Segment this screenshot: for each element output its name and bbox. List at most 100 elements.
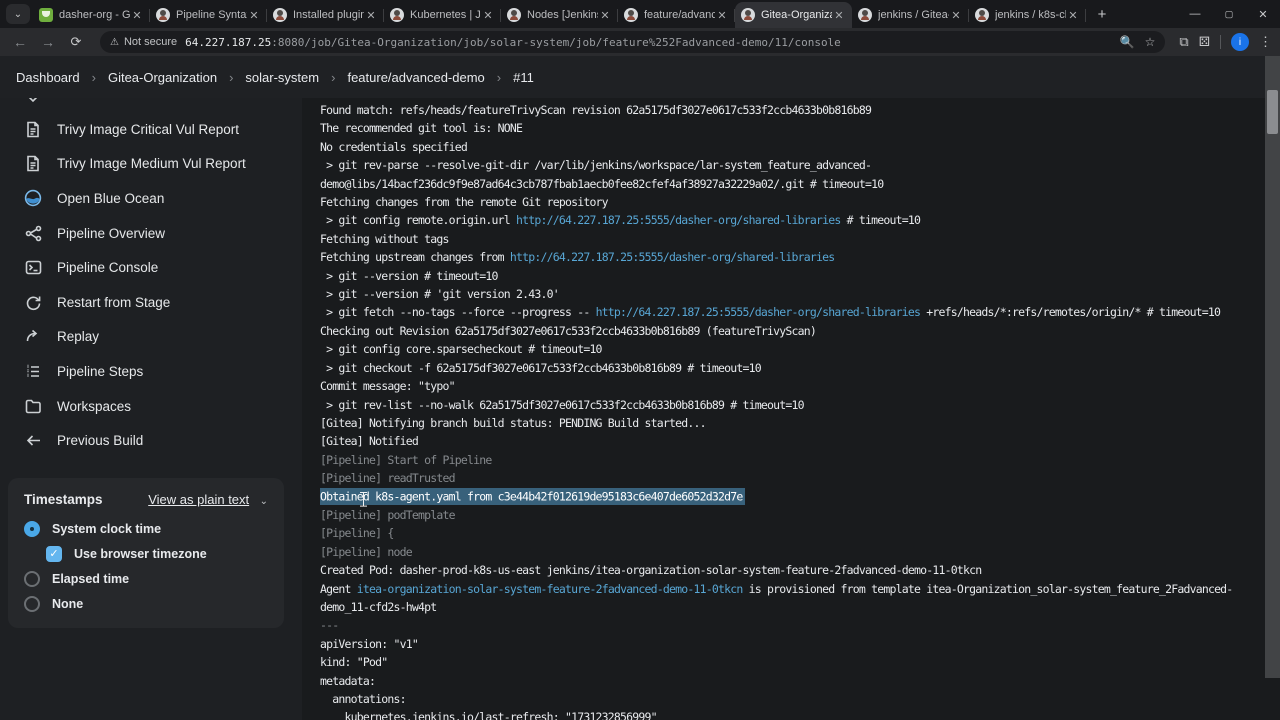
bookmark-star-icon[interactable]: ☆ xyxy=(1145,35,1156,49)
tab-title: Kubernetes | Jenkins xyxy=(410,9,481,21)
page-scrollbar[interactable] xyxy=(1265,56,1280,678)
browser-tab[interactable]: feature/advanced-de✕ xyxy=(618,2,735,28)
console-line: [Pipeline] readTrusted xyxy=(320,469,1264,487)
back-button[interactable]: ← xyxy=(8,30,32,54)
replay-icon xyxy=(24,328,42,346)
tab-title: Nodes [Jenkins] xyxy=(527,9,598,21)
console-line: > git config core.sparsecheckout # timeo… xyxy=(320,340,1264,358)
sidebar-item-pipeline-console[interactable]: Pipeline Console xyxy=(0,250,302,285)
new-tab-button[interactable]: + xyxy=(1090,2,1114,26)
scrollbar-thumb[interactable] xyxy=(1267,90,1278,134)
maximize-button[interactable]: ▢ xyxy=(1212,0,1246,28)
checkbox-icon[interactable]: ✓ xyxy=(46,546,62,562)
browser-tab[interactable]: Kubernetes | Jenkins✕ xyxy=(384,2,501,28)
timestamp-radio-elapsed-time[interactable]: Elapsed time xyxy=(24,571,268,587)
radio-icon[interactable] xyxy=(24,571,40,587)
radio-selected-icon[interactable] xyxy=(24,521,40,537)
sidebar-item-pipeline-overview[interactable]: Pipeline Overview xyxy=(0,216,302,251)
console-line: Created Pod: dasher-prod-k8s-us-east jen… xyxy=(320,561,1264,579)
timestamp-radio-system-clock-time[interactable]: System clock time xyxy=(24,521,268,537)
close-icon[interactable]: ✕ xyxy=(832,9,846,22)
console-link[interactable]: itea-organization-solar-system-feature-2… xyxy=(357,582,743,596)
browser-tab[interactable]: Installed plugins - Pl✕ xyxy=(267,2,384,28)
breadcrumb-item[interactable]: #11 xyxy=(513,70,534,85)
console-text: > git --version # timeout=10 xyxy=(320,269,498,283)
sidebar-item-label: Trivy Image Medium Vul Report xyxy=(57,156,246,171)
reload-button[interactable]: ⟳ xyxy=(64,30,88,54)
browser-tab-strip: ⌄ dasher-org - Gitea: G✕Pipeline Syntax:… xyxy=(0,0,1280,28)
chevron-down-icon[interactable]: ⌄ xyxy=(260,496,268,507)
sidebar-item-git-build-data[interactable]: Git Build Data xyxy=(0,98,302,112)
console-text: apiVersion: "v1" xyxy=(320,637,418,651)
extension-icon[interactable]: ⧉ xyxy=(1179,34,1188,50)
text-cursor-ibeam xyxy=(359,492,368,507)
sidebar-item-previous-build[interactable]: Previous Build xyxy=(0,423,302,458)
console-link[interactable]: http://64.227.187.25:5555/dasher-org/sha… xyxy=(510,250,835,264)
tab-title: dasher-org - Gitea: G xyxy=(59,9,130,21)
browser-tab[interactable]: jenkins / k8s-cloud-a✕ xyxy=(969,2,1086,28)
tab-search-button[interactable]: ⌄ xyxy=(6,4,30,24)
console-text: kind: "Pod" xyxy=(320,655,387,669)
console-line: > git fetch --no-tags --force --progress… xyxy=(320,303,1264,321)
close-icon[interactable]: ✕ xyxy=(130,9,144,22)
close-window-button[interactable]: ✕ xyxy=(1246,0,1280,28)
console-text-dim: [Pipeline] node xyxy=(320,545,412,559)
browser-tab[interactable]: Nodes [Jenkins]✕ xyxy=(501,2,618,28)
folder-icon xyxy=(24,397,42,415)
view-plain-text-link[interactable]: View as plain text xyxy=(148,492,249,507)
timestamp-checkbox-use-browser-timezone[interactable]: ✓Use browser timezone xyxy=(46,546,268,562)
sidebar-item-restart-from-stage[interactable]: Restart from Stage xyxy=(0,285,302,320)
console-text: Agent xyxy=(320,582,357,596)
close-icon[interactable]: ✕ xyxy=(481,9,495,22)
sidebar-item-open-blue-ocean[interactable]: Open Blue Ocean xyxy=(0,181,302,216)
breadcrumb-item[interactable]: Dashboard xyxy=(16,70,80,85)
console-line: [Pipeline] { xyxy=(320,524,1264,542)
menu-dots-icon[interactable]: ⋮ xyxy=(1259,34,1272,50)
console-line: --- xyxy=(320,616,1264,634)
close-icon[interactable]: ✕ xyxy=(1066,9,1080,22)
console-line: kind: "Pod" xyxy=(320,653,1264,671)
tab-title: Installed plugins - Pl xyxy=(293,9,364,21)
sidebar-item-workspaces[interactable]: Workspaces xyxy=(0,389,302,424)
browser-tab[interactable]: Gitea-Organization✕ xyxy=(735,2,852,28)
close-icon[interactable]: ✕ xyxy=(364,9,378,22)
browser-tab[interactable]: jenkins / Gitea-Orga✕ xyxy=(852,2,969,28)
minimize-button[interactable]: — xyxy=(1178,0,1212,28)
sidebar-item-trivy-image-medium-vul-report[interactable]: Trivy Image Medium Vul Report xyxy=(0,147,302,182)
close-icon[interactable]: ✕ xyxy=(949,9,963,22)
console-link[interactable]: http://64.227.187.25:5555/dasher-org/sha… xyxy=(596,305,921,319)
sidebar-item-replay[interactable]: Replay xyxy=(0,320,302,355)
console-text: > git config core.sparsecheckout # timeo… xyxy=(320,342,602,356)
browser-tab[interactable]: Pipeline Syntax: Direc✕ xyxy=(150,2,267,28)
close-icon[interactable]: ✕ xyxy=(247,9,261,22)
console-line: > git rev-parse --resolve-git-dir /var/l… xyxy=(320,156,1264,174)
timestamp-option-label: System clock time xyxy=(52,522,161,536)
breadcrumb-item[interactable]: feature/advanced-demo xyxy=(347,70,484,85)
sidebar-item-label: Pipeline Console xyxy=(57,260,158,275)
warning-icon: ⚠ xyxy=(110,37,119,48)
console-output: Found match: refs/heads/featureTrivyScan… xyxy=(302,98,1280,720)
console-line: Fetching upstream changes from http://64… xyxy=(320,248,1264,266)
console-text: The recommended git tool is: NONE xyxy=(320,121,522,135)
zoom-icon[interactable]: 🔍 xyxy=(1120,35,1135,49)
console-line: > git checkout -f 62a5175df3027e0617c533… xyxy=(320,359,1264,377)
breadcrumb-item[interactable]: solar-system xyxy=(245,70,319,85)
console-link[interactable]: http://64.227.187.25:5555/dasher-org/sha… xyxy=(516,213,841,227)
sidebar-item-label: Git Build Data xyxy=(57,98,140,101)
extensions-puzzle-icon[interactable]: ⚄ xyxy=(1199,34,1210,50)
console-line: [Gitea] Notified xyxy=(320,432,1264,450)
radio-icon[interactable] xyxy=(24,596,40,612)
forward-button[interactable]: → xyxy=(36,30,60,54)
arrow-right-icon: → xyxy=(41,34,55,50)
sidebar-item-trivy-image-critical-vul-report[interactable]: Trivy Image Critical Vul Report xyxy=(0,112,302,147)
console-text: > git fetch --no-tags --force --progress… xyxy=(320,305,596,319)
timestamp-radio-none[interactable]: None xyxy=(24,596,268,612)
browser-tab[interactable]: dasher-org - Gitea: G✕ xyxy=(33,2,150,28)
close-icon[interactable]: ✕ xyxy=(715,9,729,22)
sidebar-item-pipeline-steps[interactable]: Pipeline Steps xyxy=(0,354,302,389)
address-bar[interactable]: ⚠ Not secure 64.227.187.25:8080/job/Gite… xyxy=(100,31,1165,53)
toolbar-extensions: ⧉ ⚄ i ⋮ xyxy=(1173,33,1272,51)
breadcrumb-item[interactable]: Gitea-Organization xyxy=(108,70,217,85)
close-icon[interactable]: ✕ xyxy=(598,9,612,22)
profile-avatar[interactable]: i xyxy=(1231,33,1249,51)
